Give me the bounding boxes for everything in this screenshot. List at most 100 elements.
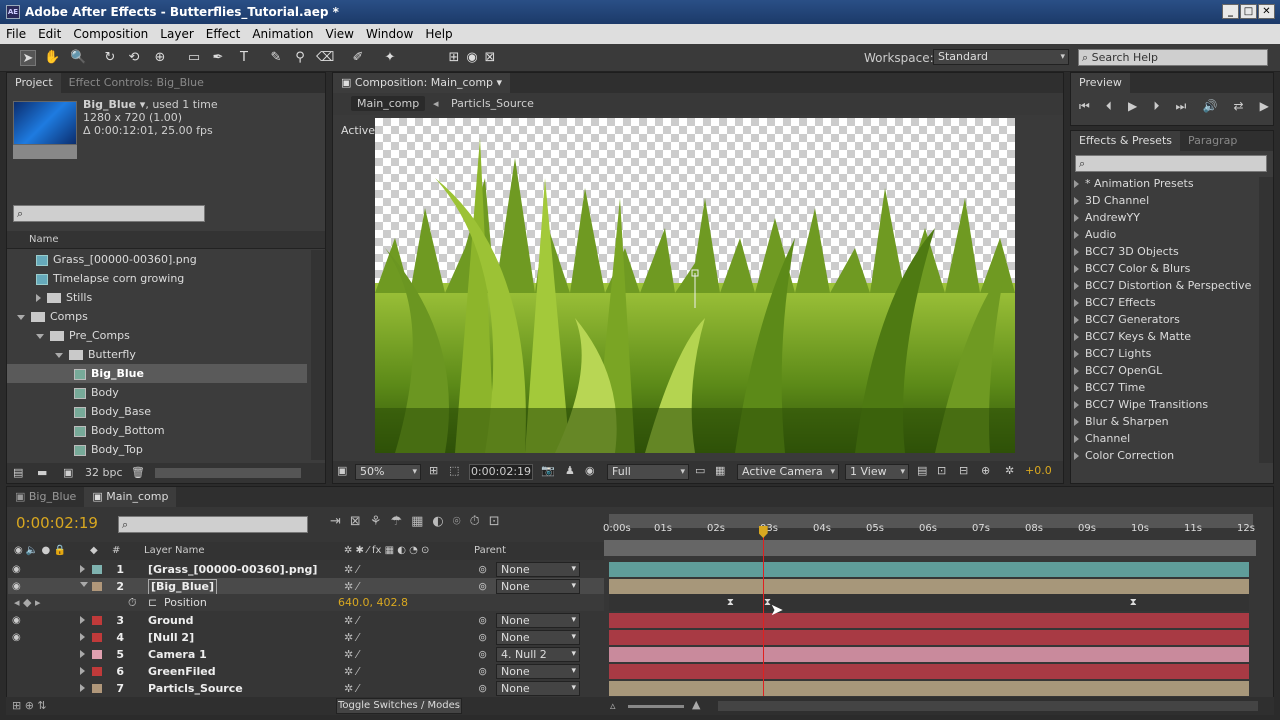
- crumb-main-comp[interactable]: Main_comp: [351, 96, 426, 111]
- twirl-arrow-icon[interactable]: [80, 582, 88, 587]
- twirl-arrow-icon[interactable]: [80, 684, 85, 692]
- bpc-label[interactable]: 32 bpc: [85, 463, 123, 483]
- layer-row[interactable]: ◉ 4 [Null 2] ✲ ⁄ ⊚ None: [8, 629, 604, 646]
- tab-preview[interactable]: Preview: [1071, 73, 1130, 93]
- axis-local-icon[interactable]: ⊞: [446, 50, 462, 66]
- effects-category[interactable]: Blur & Sharpen: [1074, 413, 1169, 430]
- menu-edit[interactable]: Edit: [32, 27, 67, 41]
- layer-row[interactable]: ◉ 3 Ground ✲ ⁄ ⊚ None: [8, 612, 604, 629]
- clone-stamp-tool-icon[interactable]: ⚲: [292, 50, 308, 66]
- twirl-arrow-icon[interactable]: [36, 333, 44, 339]
- layer-switches-icon[interactable]: ✲ ⁄: [344, 646, 359, 663]
- play-icon[interactable]: ▶: [1128, 99, 1137, 114]
- position-property-row[interactable]: ◂ ◆ ▸ ⏱ ⊏ Position 640.0, 402.8: [8, 594, 604, 611]
- camera-tool-icon[interactable]: ⟲: [126, 50, 142, 66]
- pickwhip-icon[interactable]: ⊚: [478, 646, 487, 663]
- type-tool-icon[interactable]: T: [236, 50, 252, 66]
- search-help-field[interactable]: ⌕ Search Help: [1078, 49, 1268, 66]
- toggle-pixel-icon[interactable]: ▤: [917, 464, 927, 477]
- flowchart-icon[interactable]: ⊕: [981, 464, 990, 477]
- transparency-grid-icon[interactable]: ▦: [715, 464, 725, 477]
- twirl-arrow-icon[interactable]: [80, 633, 85, 641]
- project-item[interactable]: Grass_[00000-00360].png: [7, 250, 307, 269]
- prev-frame-icon[interactable]: ⏴: [1106, 99, 1112, 114]
- label-color-swatch[interactable]: [92, 582, 102, 591]
- axis-view-icon[interactable]: ⊠: [482, 50, 498, 66]
- position-value[interactable]: 640.0, 402.8: [338, 594, 408, 611]
- menu-window[interactable]: Window: [360, 27, 419, 41]
- layer-row[interactable]: 6 GreenFiled ✲ ⁄ ⊚ None: [8, 663, 604, 680]
- twirl-arrow-icon[interactable]: [80, 667, 85, 675]
- audio-icon[interactable]: 🔊: [1202, 99, 1217, 114]
- brainstorm-icon[interactable]: ⌾: [453, 514, 461, 534]
- project-search-input[interactable]: ⌕: [13, 205, 205, 222]
- visibility-eye-icon[interactable]: ◉: [12, 561, 21, 578]
- effects-category[interactable]: BCC7 Wipe Transitions: [1074, 396, 1208, 413]
- layer-duration-bar[interactable]: [609, 647, 1249, 662]
- twirl-arrow-icon[interactable]: [1074, 452, 1079, 460]
- selection-tool-icon[interactable]: ➤: [20, 50, 36, 66]
- zoom-out-icon[interactable]: ▵: [610, 699, 616, 712]
- pickwhip-icon[interactable]: ⊚: [478, 612, 487, 629]
- pickwhip-icon[interactable]: ⊚: [478, 629, 487, 646]
- menu-view[interactable]: View: [320, 27, 360, 41]
- tab-paragraph[interactable]: Paragrap: [1180, 131, 1245, 151]
- layer-switches-icon[interactable]: ✲ ⁄: [344, 561, 359, 578]
- parent-select[interactable]: None: [496, 664, 580, 679]
- layer-switches-icon[interactable]: ✲ ⁄: [344, 680, 359, 697]
- twirl-arrow-icon[interactable]: [1074, 299, 1079, 307]
- zoom-select[interactable]: 50%: [355, 464, 421, 480]
- project-hscrollbar[interactable]: [155, 468, 301, 478]
- puppet-tool-icon[interactable]: ✦: [382, 50, 398, 66]
- close-button[interactable]: ✕: [1258, 4, 1275, 19]
- menu-composition[interactable]: Composition: [67, 27, 154, 41]
- ram-preview-icon[interactable]: ▶: [1260, 99, 1269, 114]
- effects-category[interactable]: AndrewYY: [1074, 209, 1140, 226]
- time-navigator[interactable]: [604, 540, 1256, 556]
- twirl-arrow-icon[interactable]: [80, 650, 85, 658]
- label-color-swatch[interactable]: [92, 684, 102, 693]
- parent-select[interactable]: None: [496, 613, 580, 628]
- timeline-hscrollbar[interactable]: [718, 701, 1258, 711]
- brush-tool-icon[interactable]: ✎: [268, 50, 284, 66]
- pen-tool-icon[interactable]: ✒: [210, 50, 226, 66]
- project-item[interactable]: Pre_Comps: [7, 326, 307, 345]
- frame-blending-icon[interactable]: ▦: [411, 514, 423, 534]
- trash-icon[interactable]: 🗑: [131, 463, 145, 483]
- label-color-swatch[interactable]: [92, 616, 102, 625]
- keyframe-nav-icon[interactable]: ◂ ◆ ▸: [14, 594, 41, 611]
- label-color-swatch[interactable]: [92, 667, 102, 676]
- effects-category[interactable]: BCC7 Lights: [1074, 345, 1151, 362]
- twirl-arrow-icon[interactable]: [1074, 367, 1079, 375]
- parent-select[interactable]: None: [496, 681, 580, 696]
- project-item[interactable]: Body_Bottom: [7, 421, 307, 440]
- parent-select[interactable]: 4. Null 2: [496, 647, 580, 662]
- twirl-arrow-icon[interactable]: [1074, 180, 1079, 188]
- first-frame-icon[interactable]: ⏮: [1079, 99, 1090, 114]
- toggle-switches-modes-button[interactable]: Toggle Switches / Modes: [336, 698, 462, 714]
- view-layout-select[interactable]: 1 View: [845, 464, 909, 480]
- parent-select[interactable]: None: [496, 562, 580, 577]
- last-frame-icon[interactable]: ⏭: [1176, 99, 1187, 114]
- motion-blur-icon[interactable]: ◐: [432, 514, 443, 534]
- twirl-arrow-icon[interactable]: [1074, 384, 1079, 392]
- effects-category[interactable]: BCC7 Time: [1074, 379, 1145, 396]
- layer-name[interactable]: Ground: [148, 612, 194, 629]
- rotate-tool-icon[interactable]: ↻: [102, 50, 118, 66]
- effects-category[interactable]: BCC7 Keys & Matte: [1074, 328, 1191, 345]
- minimize-button[interactable]: _: [1222, 4, 1239, 19]
- new-comp-icon[interactable]: ▣: [63, 463, 73, 483]
- layer-duration-bar[interactable]: [609, 579, 1249, 594]
- pickwhip-icon[interactable]: ⊚: [478, 561, 487, 578]
- pan-behind-tool-icon[interactable]: ⊕: [152, 50, 168, 66]
- effects-category[interactable]: BCC7 Color & Blurs: [1074, 260, 1190, 277]
- roto-brush-tool-icon[interactable]: ✐: [350, 50, 366, 66]
- menu-animation[interactable]: Animation: [246, 27, 319, 41]
- effects-category[interactable]: BCC7 3D Objects: [1074, 243, 1179, 260]
- effects-category[interactable]: BCC7 OpenGL: [1074, 362, 1162, 379]
- tab-effects-presets[interactable]: Effects & Presets: [1071, 131, 1180, 151]
- layer-name[interactable]: Camera 1: [148, 646, 207, 663]
- interpret-icon[interactable]: ▤: [13, 463, 23, 483]
- label-color-swatch[interactable]: [92, 633, 102, 642]
- twirl-arrow-icon[interactable]: [1074, 435, 1079, 443]
